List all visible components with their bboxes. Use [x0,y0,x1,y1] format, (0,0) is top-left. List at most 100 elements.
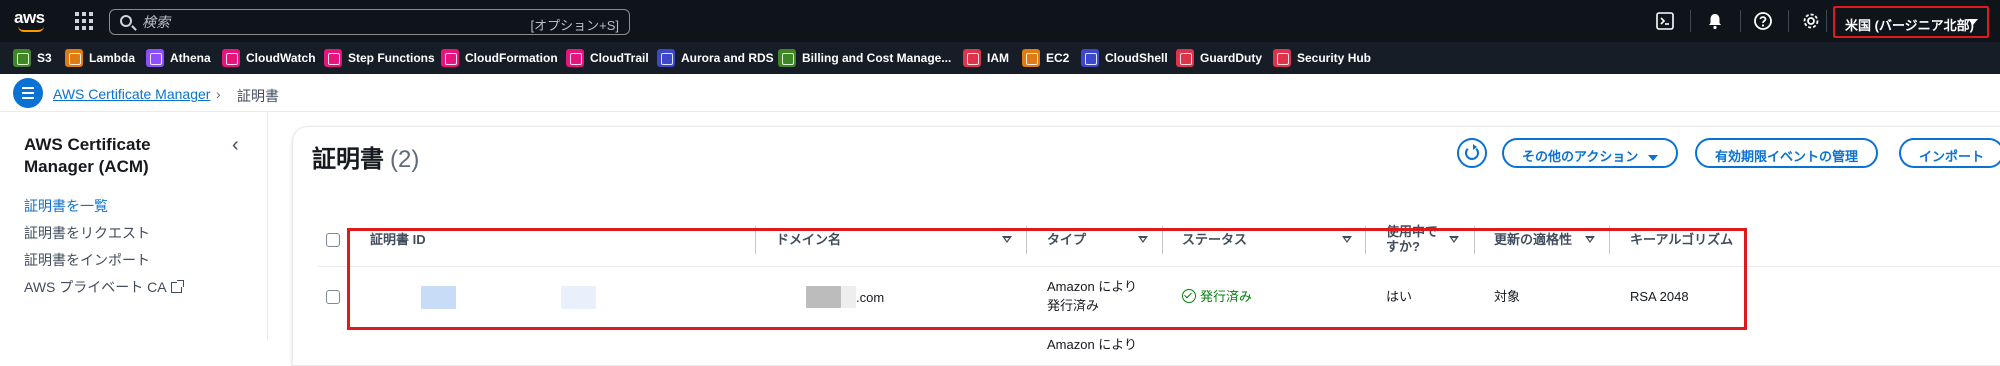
aws-logo[interactable]: aws [14,8,48,34]
cloudwatch-icon [222,49,240,67]
favorite-cloudwatch[interactable]: CloudWatch [222,48,316,68]
lambda-icon [65,49,83,67]
favorite-ec2[interactable]: EC2 [1022,48,1069,68]
sidenav-item-request-certificate[interactable]: 証明書をリクエスト [24,223,150,243]
favorite-label: GuardDuty [1200,51,1263,65]
column-header-type[interactable]: タイプ [1047,232,1086,247]
page-title-text: 証明書 [312,146,384,173]
sort-caret-icon[interactable] [1342,236,1352,243]
sidenav-item-list-certificates[interactable]: 証明書を一覧 [24,196,108,216]
side-navigation: AWS Certificate Manager (ACM) ‹ 証明書を一覧 証… [0,112,268,340]
manage-expiry-events-button[interactable]: 有効期限イベントの管理 [1695,138,1879,168]
caret-down-icon [1968,19,1978,25]
nav-divider [1788,10,1789,32]
type-cell-line2: 発行済み [1047,298,1100,313]
sort-caret-icon[interactable] [1585,236,1595,243]
sidenav-item-import-certificate[interactable]: 証明書をインポート [24,250,150,270]
breadcrumb-acm-link[interactable]: AWS Certificate Manager [53,86,210,102]
redacted-certificate-id[interactable] [421,286,456,309]
import-label: インポート [1919,149,1985,164]
guardduty-icon [1176,49,1194,67]
favorite-athena[interactable]: Athena [146,48,211,68]
cloudshell-terminal-icon[interactable] [1655,11,1675,31]
sort-caret-icon[interactable] [1449,236,1459,243]
status-text: 発行済み [1200,289,1253,304]
column-header-renewal-eligibility[interactable]: 更新の適格性 [1494,232,1572,247]
favorite-step-functions[interactable]: Step Functions [324,48,435,68]
column-header-certificate-id[interactable]: 証明書 ID [370,232,426,247]
in-use-cell: はい [1386,289,1413,304]
favorites-bar: S3 Lambda Athena CloudWatch Step Functio… [0,42,2000,74]
column-divider[interactable] [1026,226,1027,254]
type-cell-line1: Amazon により [1047,337,1138,352]
rds-icon [657,49,675,67]
column-header-in-use[interactable]: 使用中で すか? [1386,224,1446,254]
column-divider[interactable] [1474,226,1475,254]
renewal-cell: 対象 [1494,289,1521,304]
favorite-guardduty[interactable]: GuardDuty [1176,48,1262,68]
billing-icon [778,49,796,67]
favorite-label: Athena [170,51,211,65]
column-header-domain-name[interactable]: ドメイン名 [776,232,841,247]
favorite-aurora-rds[interactable]: Aurora and RDS [657,48,774,68]
favorite-cloudshell[interactable]: CloudShell [1081,48,1168,68]
sidenav-item-private-ca[interactable]: AWS プライベート CA [24,277,184,297]
domain-suffix: .com [856,290,885,305]
side-nav-title: AWS Certificate Manager (ACM) [24,135,151,176]
caret-down-icon [1648,154,1659,161]
redacted-certificate-id[interactable] [561,286,596,309]
key-algorithm-cell: RSA 2048 [1630,289,1689,304]
menu-toggle-button[interactable] [13,78,43,108]
search-box[interactable]: [オプション+S] [109,9,630,35]
favorite-billing[interactable]: Billing and Cost Manage... [778,48,951,68]
status-badge: 発行済み [1182,287,1252,306]
favorite-label: IAM [987,51,1009,65]
sort-caret-icon[interactable] [1138,236,1148,243]
favorite-cloudformation[interactable]: CloudFormation [441,48,558,68]
refresh-arrow [1473,144,1477,150]
breadcrumb-chevron-icon: › [216,86,221,102]
services-grid-icon[interactable] [75,12,93,30]
region-selector[interactable]: 米国 (バージニア北部) [1833,6,1989,38]
aws-smile-icon [18,26,44,32]
row-select-checkbox[interactable] [326,290,340,304]
settings-gear-icon[interactable] [1801,11,1821,31]
search-shortcut-hint: [オプション+S] [530,18,620,33]
sort-caret-icon[interactable] [1002,236,1012,243]
ec2-icon [1022,49,1040,67]
column-divider[interactable] [1609,226,1610,254]
nav-divider [1690,10,1691,32]
favorite-label: EC2 [1046,51,1070,65]
column-divider[interactable] [1365,226,1366,254]
more-actions-button[interactable]: その他のアクション [1502,138,1679,168]
iam-icon [963,49,981,67]
search-icon [120,15,132,27]
favorite-label: CloudWatch [246,51,316,65]
collapse-chevron-icon[interactable]: ‹ [232,134,239,157]
select-all-checkbox[interactable] [326,233,340,247]
athena-icon [146,49,164,67]
favorite-cloudtrail[interactable]: CloudTrail [566,48,649,68]
sidenav-item-label: AWS プライベート CA [24,279,167,295]
help-icon[interactable] [1753,11,1773,31]
refresh-button[interactable] [1457,138,1487,168]
column-header-status[interactable]: ステータス [1182,232,1247,247]
search-input[interactable] [142,12,442,32]
favorite-label: Lambda [89,51,136,65]
favorite-iam[interactable]: IAM [963,48,1009,68]
import-button[interactable]: インポート [1899,138,2000,168]
top-navigation: aws [オプション+S] 米国 (バージニア北部) [0,0,2000,42]
column-divider[interactable] [1162,226,1163,254]
redacted-domain [806,286,841,308]
column-divider[interactable] [755,226,756,254]
notifications-bell-icon[interactable] [1705,11,1725,31]
favorite-label: Security Hub [1297,51,1372,65]
cloudtrail-icon [566,49,584,67]
breadcrumb-current: 証明書 [237,88,279,104]
check-circle-icon [1182,289,1196,303]
favorite-s3[interactable]: S3 [13,48,52,68]
external-link-icon [170,280,184,293]
column-header-key-algorithm[interactable]: キーアルゴリズム [1630,232,1733,247]
favorite-lambda[interactable]: Lambda [65,48,135,68]
favorite-security-hub[interactable]: Security Hub [1273,48,1371,68]
